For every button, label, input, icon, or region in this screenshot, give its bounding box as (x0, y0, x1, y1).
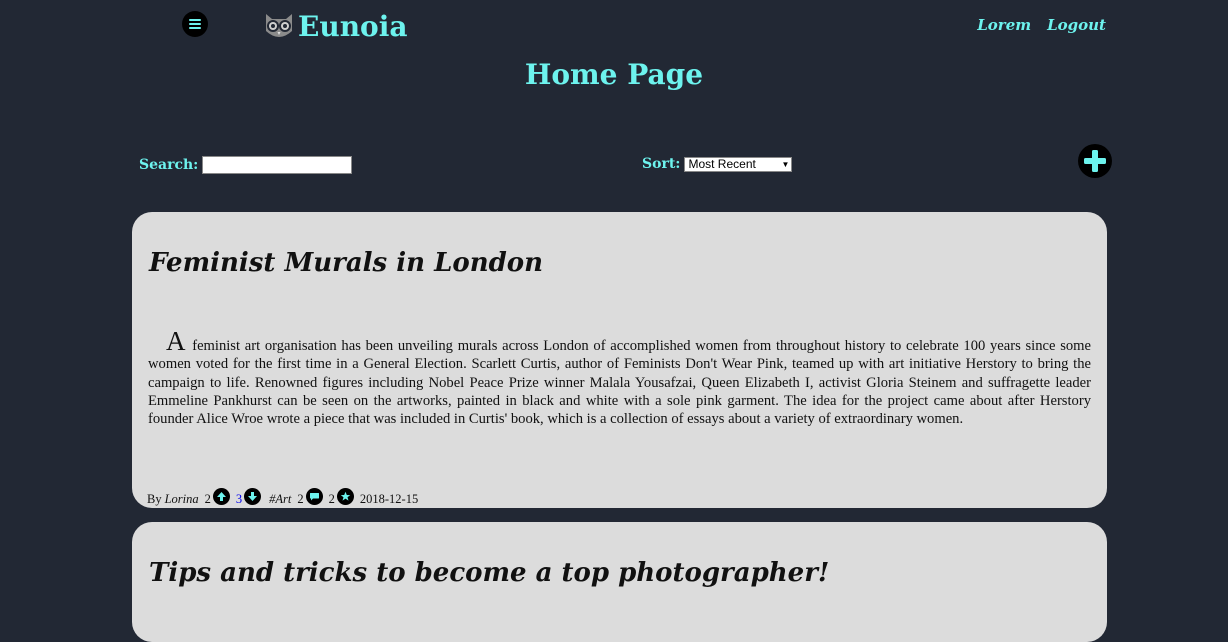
search-label: Search: (139, 157, 199, 173)
downvote-count[interactable]: 3 (236, 492, 242, 507)
post-body: A feminist art organisation has been unv… (148, 328, 1091, 428)
upvote-count: 2 (204, 492, 211, 506)
add-post-button[interactable] (1078, 144, 1112, 178)
comment-icon (309, 493, 319, 501)
arrow-up-icon (216, 492, 226, 501)
post-body-text: feminist art organisation has been unvei… (148, 338, 1091, 428)
upvote-button[interactable] (212, 488, 230, 505)
comment-button[interactable] (305, 488, 323, 505)
post-card: Tips and tricks to become a top photogra… (132, 522, 1107, 642)
menu-button[interactable] (182, 11, 208, 37)
post-title[interactable]: Feminist Murals in London (149, 248, 543, 278)
downvote-button[interactable] (244, 488, 262, 505)
arrow-down-icon (248, 492, 258, 501)
post-date: 2018-12-15 (359, 492, 419, 506)
sort-label: Sort: (642, 156, 681, 172)
post-card: Feminist Murals in London A feminist art… (132, 212, 1107, 508)
brand[interactable]: Eunoia (262, 6, 408, 46)
star-icon (340, 491, 351, 501)
favorite-button[interactable] (336, 488, 354, 505)
sort-selected-value: Most Recent (688, 157, 756, 171)
post-meta: By Lorina 2 3 #Art 2 2 2018-12-15 (147, 488, 418, 507)
chevron-down-icon: ▼ (781, 159, 790, 169)
post-author[interactable]: Lorina (165, 492, 199, 507)
hamburger-icon (189, 19, 201, 29)
plus-icon (1084, 150, 1106, 172)
logout-link[interactable]: Logout (1047, 16, 1106, 34)
search-input[interactable] (202, 156, 353, 174)
search-bar: Search: (139, 156, 353, 174)
favorite-count: 2 (328, 492, 335, 506)
by-label: By (147, 492, 162, 506)
post-title[interactable]: Tips and tricks to become a top photogra… (149, 558, 829, 588)
sort-select[interactable]: Most Recent ▼ (684, 156, 793, 172)
sort-control: Sort: Most Recent ▼ (642, 156, 793, 172)
post-tag[interactable]: #Art (269, 492, 291, 507)
comment-count: 2 (297, 492, 304, 506)
nav-link-lorem[interactable]: Lorem (977, 16, 1031, 34)
page-title: Home Page (524, 58, 704, 91)
post-dropcap: A (166, 326, 186, 356)
app-name: Eunoia (298, 9, 408, 43)
owl-icon (266, 14, 292, 37)
top-nav: Lorem Logout (977, 16, 1106, 34)
